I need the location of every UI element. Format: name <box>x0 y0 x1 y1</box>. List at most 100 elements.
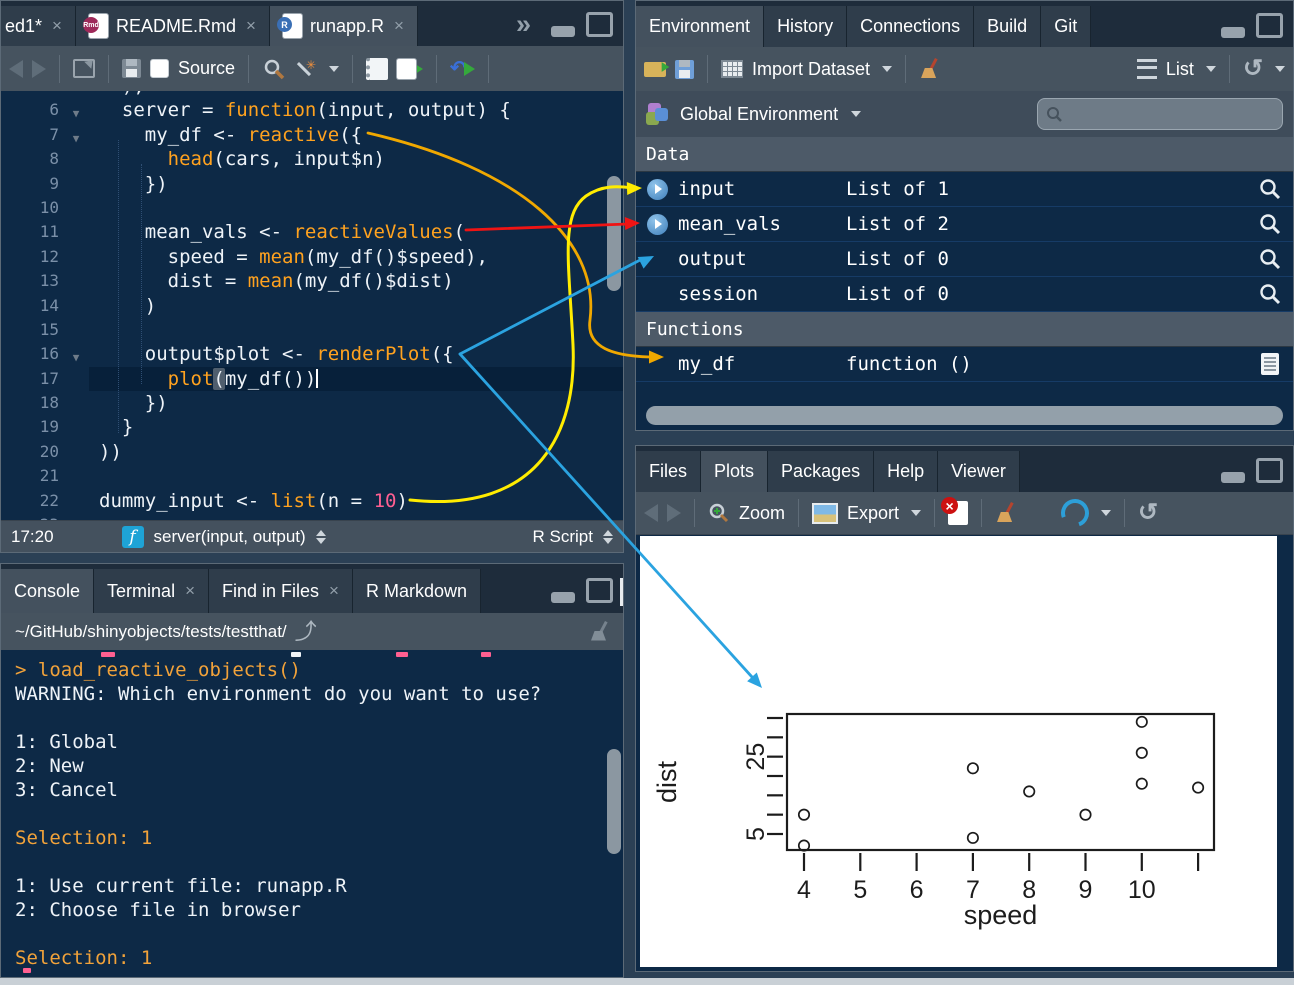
minimize-icon[interactable] <box>1221 472 1245 483</box>
forward-icon[interactable] <box>32 60 46 78</box>
chevron-down-icon[interactable] <box>851 111 861 117</box>
code-editor[interactable]: ),6▼ server = function(input, output) {7… <box>1 91 623 521</box>
open-in-new-window-icon[interactable] <box>73 59 95 78</box>
clear-console-broom-icon[interactable] <box>589 621 609 643</box>
env-row-mean_vals[interactable]: mean_valsList of 2 <box>636 207 1293 242</box>
environment-search-input[interactable] <box>1069 104 1253 124</box>
chevron-down-icon[interactable] <box>329 66 339 72</box>
refresh-plot-icon[interactable]: ↻ <box>1138 501 1158 525</box>
load-workspace-icon[interactable] <box>644 62 666 77</box>
code-text: ) <box>89 294 623 318</box>
fold-arrow-icon[interactable]: ▼ <box>63 123 89 147</box>
tab-plots[interactable]: Plots <box>701 451 768 492</box>
maximize-icon[interactable] <box>586 578 613 603</box>
env-row-my_df[interactable]: my_dffunction () <box>636 347 1293 382</box>
scope-selector-icon[interactable] <box>316 530 326 544</box>
zoom-label[interactable]: Zoom <box>739 503 785 524</box>
tab-files[interactable]: Files <box>636 451 701 492</box>
environment-search-box[interactable] <box>1037 98 1283 130</box>
rerun-icon[interactable]: ↶ <box>450 57 475 80</box>
tab-git[interactable]: Git <box>1041 6 1091 47</box>
chevron-down-icon[interactable] <box>882 66 892 72</box>
find-replace-icon[interactable] <box>262 57 286 81</box>
inspect-magnifier-icon[interactable] <box>1247 178 1293 200</box>
maximize-icon[interactable] <box>586 12 613 37</box>
tab-environment[interactable]: Environment <box>636 6 764 47</box>
environment-selector-label[interactable]: Global Environment <box>680 104 838 125</box>
tab-runapp-r[interactable]: R runapp.R × <box>270 6 418 46</box>
close-icon[interactable]: × <box>52 16 62 36</box>
code-line: 12 speed = mean(my_df()$speed), <box>1 245 623 269</box>
tab-build[interactable]: Build <box>974 6 1041 47</box>
save-icon[interactable] <box>122 59 141 78</box>
tab-help[interactable]: Help <box>874 451 938 492</box>
maximize-icon[interactable] <box>1256 458 1283 483</box>
doc-type-label[interactable]: R Script <box>533 527 593 547</box>
view-function-icon[interactable] <box>1247 353 1293 375</box>
tab-history[interactable]: History <box>764 6 847 47</box>
tab-r-markdown[interactable]: R Markdown <box>353 569 481 613</box>
minimize-icon[interactable] <box>551 592 575 603</box>
line-number: 9 <box>1 172 63 196</box>
tab-console[interactable]: Console <box>1 569 94 613</box>
publish-icon[interactable] <box>1056 494 1093 531</box>
chevron-down-icon[interactable] <box>911 510 921 516</box>
chevron-down-icon[interactable] <box>1101 510 1111 516</box>
compile-notebook-icon[interactable] <box>366 58 388 80</box>
import-dataset-label[interactable]: Import Dataset <box>752 59 870 80</box>
close-icon[interactable]: × <box>329 581 339 601</box>
chevron-down-icon[interactable] <box>1275 66 1285 72</box>
save-workspace-icon[interactable] <box>675 60 694 79</box>
console-scrollbar-thumb[interactable] <box>607 749 621 854</box>
close-icon[interactable]: × <box>394 16 404 36</box>
run-icon[interactable] <box>397 59 423 79</box>
inspect-magnifier-icon[interactable] <box>1247 213 1293 235</box>
tab-connections[interactable]: Connections <box>847 6 974 47</box>
clear-objects-broom-icon[interactable] <box>919 58 939 80</box>
fold-arrow-icon[interactable]: ▼ <box>63 98 89 122</box>
back-icon[interactable] <box>9 60 23 78</box>
expand-circle-icon[interactable] <box>647 214 668 235</box>
previous-plot-icon[interactable] <box>644 504 658 522</box>
expand-icon[interactable] <box>636 179 678 200</box>
code-tools-wand-icon[interactable]: ✳ <box>295 58 317 80</box>
list-view-label[interactable]: List <box>1166 59 1194 80</box>
goto-directory-icon[interactable]: ⤴ <box>295 621 317 643</box>
env-row-output[interactable]: outputList of 0 <box>636 242 1293 277</box>
editor-scrollbar-thumb[interactable] <box>607 176 621 291</box>
tab-find-in-files[interactable]: Find in Files × <box>209 569 353 613</box>
refresh-icon[interactable]: ↻ <box>1243 57 1263 81</box>
expand-icon[interactable] <box>636 214 678 235</box>
zoom-plot-icon[interactable] <box>708 502 730 524</box>
source-on-save-checkbox[interactable] <box>150 59 169 78</box>
tab-terminal[interactable]: Terminal × <box>94 569 209 613</box>
inspect-magnifier-icon[interactable] <box>1247 283 1293 305</box>
env-row-input[interactable]: inputList of 1 <box>636 172 1293 207</box>
expand-circle-icon[interactable] <box>647 179 668 200</box>
minimize-icon[interactable] <box>551 26 575 37</box>
maximize-icon[interactable] <box>1256 13 1283 38</box>
next-plot-icon[interactable] <box>667 504 681 522</box>
close-icon[interactable]: × <box>246 16 256 36</box>
chevron-down-icon[interactable] <box>1206 66 1216 72</box>
remove-plot-icon[interactable] <box>948 501 968 525</box>
tab-unsaved-doc[interactable]: ed1* × <box>1 6 76 46</box>
tab-viewer[interactable]: Viewer <box>938 451 1020 492</box>
inspect-magnifier-icon[interactable] <box>1247 248 1293 270</box>
more-tabs-icon[interactable]: » <box>516 11 528 38</box>
tab-readme-rmd[interactable]: Rmd README.Rmd × <box>76 6 270 46</box>
code-line: 20)) <box>1 440 623 464</box>
source-toolbar: Source ✳ ↶ <box>1 46 623 92</box>
minimize-icon[interactable] <box>1221 27 1245 38</box>
tab-packages[interactable]: Packages <box>768 451 874 492</box>
function-scope-label[interactable]: server(input, output) <box>154 527 306 547</box>
export-label[interactable]: Export <box>847 503 899 524</box>
fold-arrow-icon[interactable]: ▼ <box>63 342 89 366</box>
env-row-session[interactable]: sessionList of 0 <box>636 277 1293 312</box>
close-icon[interactable]: × <box>185 581 195 601</box>
console-output[interactable]: > load_reactive_objects()WARNING: Which … <box>1 650 623 977</box>
console-line: 2: New <box>15 754 623 778</box>
clear-all-plots-broom-icon[interactable] <box>995 502 1015 524</box>
environment-hscrollbar[interactable] <box>646 406 1283 425</box>
doc-type-selector-icon[interactable] <box>603 530 613 544</box>
